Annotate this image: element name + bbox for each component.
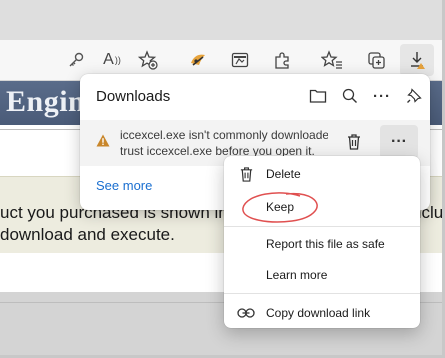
window-top-strip [0, 0, 445, 40]
collections-icon[interactable] [364, 48, 388, 72]
web-capture-icon[interactable] [228, 48, 252, 72]
menu-item-delete[interactable]: Delete [224, 159, 420, 189]
download-warning-text: iccexcel.exe isn't commonly downloade tr… [120, 127, 328, 159]
extensions-icon[interactable] [270, 48, 294, 72]
download-context-menu: Delete Keep Report this file as safe Lea… [224, 156, 420, 328]
menu-item-label: Copy download link [266, 306, 371, 320]
extension-icon[interactable] [186, 48, 210, 72]
delete-download-icon[interactable] [342, 130, 366, 154]
more-options-icon[interactable]: ··· [370, 84, 394, 108]
downloads-icon[interactable] [400, 44, 434, 76]
read-aloud-glyph: A [103, 51, 114, 68]
menu-item-label: Report this file as safe [266, 237, 385, 251]
link-icon [236, 303, 256, 323]
page-text-line-2: download and execute. [0, 225, 175, 244]
key-icon[interactable] [64, 48, 88, 72]
keep-annotation-circle [242, 192, 318, 223]
download-more-actions-button[interactable]: ··· [380, 125, 418, 159]
read-aloud-icon[interactable]: A)) [100, 48, 124, 72]
search-icon[interactable] [338, 84, 362, 108]
favorites-icon[interactable] [320, 48, 344, 72]
menu-item-label: Delete [266, 167, 301, 181]
downloads-title: Downloads [96, 88, 171, 105]
menu-item-label: Learn more [266, 268, 328, 282]
menu-item-learn-more[interactable]: Learn more [224, 260, 420, 290]
menu-separator [224, 226, 420, 227]
warning-icon [96, 134, 110, 152]
see-more-link[interactable]: See more [96, 178, 152, 193]
open-folder-icon[interactable] [306, 84, 330, 108]
download-warning-line-1: iccexcel.exe isn't commonly downloade [120, 128, 328, 142]
menu-separator [224, 293, 420, 294]
add-favorite-icon[interactable] [136, 48, 160, 72]
menu-item-report-safe[interactable]: Report this file as safe [224, 229, 420, 259]
menu-item-copy-link[interactable]: Copy download link [224, 298, 420, 328]
pin-icon[interactable] [402, 84, 426, 108]
trash-icon [236, 164, 256, 184]
